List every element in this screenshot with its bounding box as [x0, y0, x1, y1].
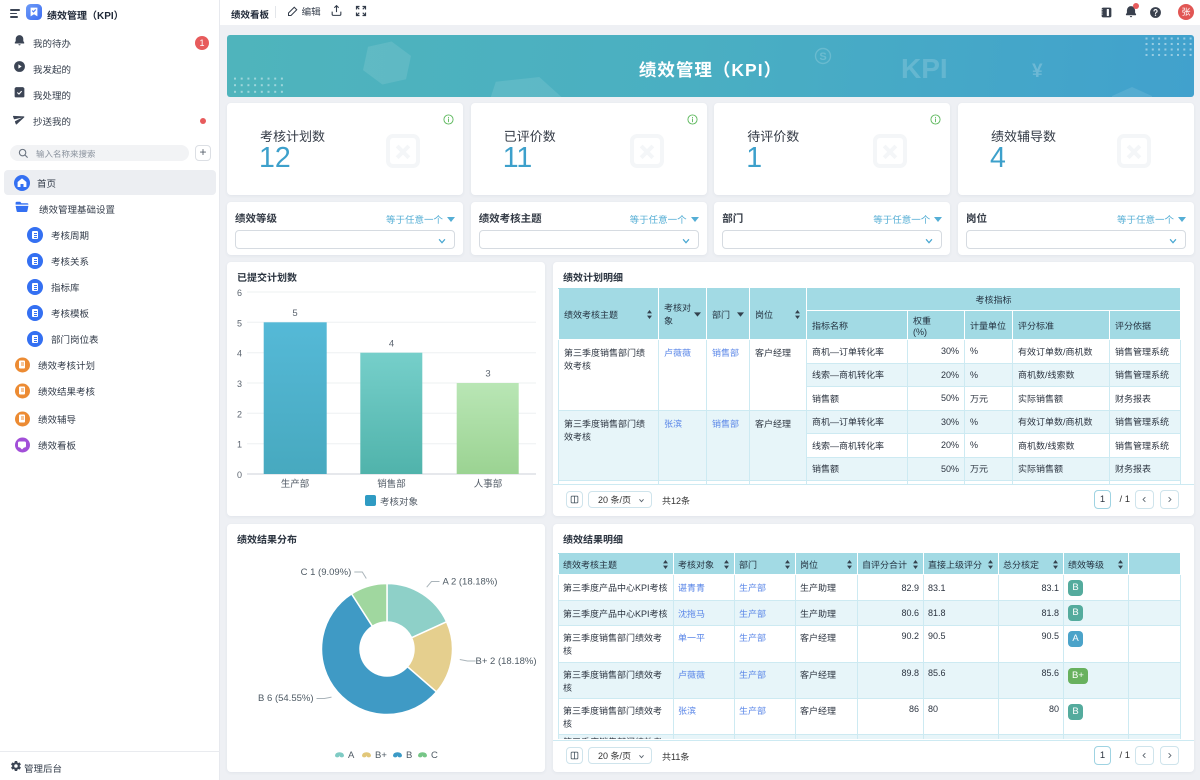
svg-text:销售部: 销售部: [377, 478, 406, 490]
svg-text:2: 2: [237, 409, 242, 419]
svg-text:0: 0: [237, 470, 242, 480]
svg-text:B+: B+: [375, 750, 387, 761]
svg-text:5: 5: [237, 318, 242, 328]
svg-text:B+ 2 (18.18%): B+ 2 (18.18%): [476, 656, 537, 667]
svg-text:人事部: 人事部: [474, 478, 503, 490]
svg-text:C 1 (9.09%): C 1 (9.09%): [301, 567, 352, 578]
svg-text:A: A: [348, 750, 355, 761]
svg-text:A 2 (18.18%): A 2 (18.18%): [443, 577, 498, 588]
svg-text:5: 5: [292, 308, 297, 319]
svg-text:3: 3: [237, 379, 242, 389]
svg-text:B 6 (54.55%): B 6 (54.55%): [258, 693, 313, 704]
svg-text:4: 4: [237, 349, 242, 359]
svg-text:3: 3: [485, 369, 490, 380]
svg-text:生产部: 生产部: [281, 478, 310, 490]
svg-text:B: B: [406, 750, 412, 761]
svg-text:4: 4: [389, 338, 394, 349]
svg-text:6: 6: [237, 288, 242, 298]
svg-text:1: 1: [237, 440, 242, 450]
svg-text:C: C: [431, 750, 438, 761]
